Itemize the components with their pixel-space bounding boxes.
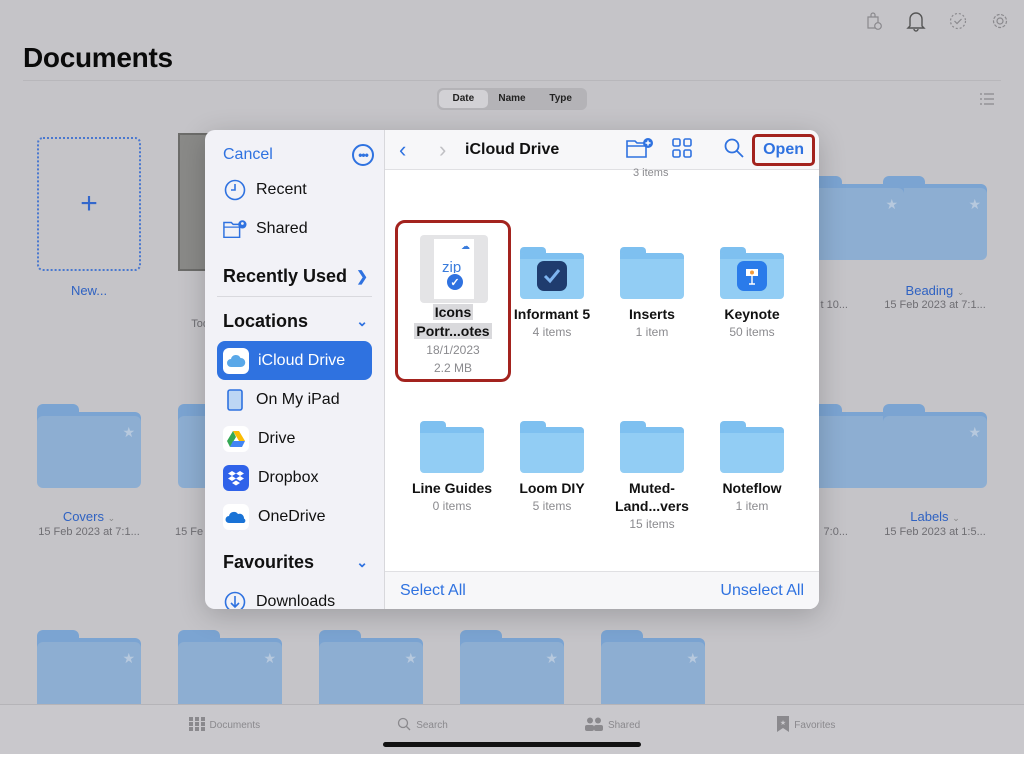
- gear-icon[interactable]: [990, 10, 1010, 32]
- sidebar-item-shared[interactable]: Shared: [205, 209, 384, 248]
- sidebar-item-recent[interactable]: Recent: [205, 170, 384, 209]
- forward-chevron-icon[interactable]: ›: [439, 137, 459, 163]
- tab-favorites[interactable]: ★ Favorites: [777, 705, 835, 745]
- shared-folder-icon: [223, 217, 247, 241]
- svg-text:★: ★: [780, 719, 786, 727]
- star-icon: ★: [968, 196, 981, 212]
- bookmark-star-icon: ★: [777, 715, 790, 735]
- sidebar-item-dropbox[interactable]: Dropbox: [205, 458, 384, 497]
- dropbox-icon: [223, 464, 249, 491]
- folder-title: iCloud Drive: [465, 140, 560, 158]
- folder-row3[interactable]: ★: [319, 630, 423, 714]
- keynote-app-icon: [737, 261, 767, 291]
- folder-covers-label: Covers ⌄: [62, 509, 116, 524]
- picker-sidebar: Cancel ••• Recent Shared Recently Used ❯…: [205, 130, 385, 609]
- google-drive-icon: [223, 425, 249, 452]
- doc-date-partial: Tod: [191, 318, 209, 330]
- folder-labels-label: Labels ⌄: [910, 509, 960, 524]
- folder-item-informant-5[interactable]: Informant 5 4 items: [502, 247, 602, 341]
- plus-icon: +: [80, 187, 98, 220]
- top-toolbar: [864, 10, 1010, 32]
- grid-view-icon[interactable]: [672, 137, 692, 163]
- cloud-download-icon: ☁: [461, 241, 470, 251]
- tab-shared[interactable]: Shared: [584, 705, 640, 745]
- unselect-all-button[interactable]: Unselect All: [720, 582, 804, 600]
- cancel-button[interactable]: Cancel: [223, 146, 273, 164]
- onedrive-icon: [223, 503, 249, 530]
- new-document-label: New...: [70, 283, 108, 298]
- folder-labels-date: 15 Feb 2023 at 1:5...: [884, 526, 986, 538]
- folder-row3[interactable]: ★: [178, 630, 282, 714]
- folder-beading-label: Beading ⌄: [905, 283, 965, 298]
- file-item-icons-portraits-zip[interactable]: ☁ zip ✓ Icons Portr...otes 18/1/2023 2.2…: [395, 220, 511, 382]
- clock-icon: [223, 178, 247, 202]
- folder-item-line-guides[interactable]: Line Guides 0 items: [402, 421, 502, 515]
- page-title: Documents: [23, 42, 173, 73]
- checkmark-selected-icon: ✓: [446, 273, 464, 291]
- people-icon: [584, 717, 603, 734]
- shopping-bag-clock-icon[interactable]: [864, 10, 884, 32]
- zip-thumbnail: ☁ zip ✓: [420, 235, 488, 303]
- sort-segmented-control: Date Name Type: [437, 88, 587, 110]
- folder-row3[interactable]: ★: [601, 630, 705, 714]
- sidebar-item-on-my-ipad[interactable]: On My iPad: [205, 380, 384, 419]
- home-indicator[interactable]: [383, 742, 641, 747]
- picker-bottom-bar: Select All Unselect All: [385, 571, 819, 609]
- folder-covers-date: 15 Feb 2023 at 7:1...: [38, 526, 140, 538]
- star-icon: ★: [968, 424, 981, 440]
- ipad-icon: [223, 388, 247, 412]
- favourites-header[interactable]: Favourites ⌄: [205, 542, 384, 582]
- sidebar-item-downloads[interactable]: Downloads: [205, 582, 384, 609]
- folder-row3[interactable]: ★: [460, 630, 564, 714]
- sort-type-button[interactable]: Type: [536, 90, 585, 108]
- picker-toolbar: ‹ › iCloud Drive Open: [385, 130, 819, 170]
- picker-main: ‹ › iCloud Drive Open 3 items ☁ zip ✓ Ic…: [385, 130, 819, 609]
- folder-item-inserts[interactable]: Inserts 1 item: [602, 247, 702, 341]
- folder-item-noteflow[interactable]: Noteflow 1 item: [702, 421, 802, 515]
- file-size: 2.2 MB: [433, 361, 472, 375]
- search-icon: [397, 717, 411, 734]
- open-button[interactable]: Open: [752, 134, 815, 166]
- bell-icon[interactable]: [906, 10, 926, 32]
- sidebar-item-drive[interactable]: Drive: [205, 419, 384, 458]
- folder-labels[interactable]: ★: [883, 404, 987, 488]
- title-divider: [23, 80, 1001, 81]
- partial-item-subtitle: 3 items: [633, 167, 669, 179]
- more-options-icon[interactable]: •••: [352, 144, 374, 166]
- new-folder-icon[interactable]: [626, 137, 654, 164]
- folder-beading-date: 15 Feb 2023 at 7:1...: [884, 299, 986, 311]
- tab-documents[interactable]: Documents: [188, 705, 260, 745]
- sidebar-item-onedrive[interactable]: OneDrive: [205, 497, 384, 536]
- sort-date-button[interactable]: Date: [439, 90, 488, 108]
- new-document-button[interactable]: +: [37, 137, 141, 271]
- star-icon: ★: [885, 196, 898, 212]
- star-icon: ★: [122, 424, 135, 440]
- select-all-button[interactable]: Select All: [400, 582, 466, 600]
- download-circle-icon: [223, 590, 247, 609]
- folder-item-keynote[interactable]: Keynote 50 items: [702, 247, 802, 341]
- tab-search[interactable]: Search: [397, 705, 448, 745]
- file-date: 18/1/2023: [426, 343, 480, 357]
- sidebar-item-icloud-drive[interactable]: iCloud Drive: [217, 341, 372, 380]
- folder-item-muted-landscapes[interactable]: Muted- Land...vers 15 items: [602, 421, 702, 533]
- chevron-right-icon: ❯: [356, 267, 368, 284]
- chevron-down-icon: ⌄: [356, 553, 368, 570]
- grid-icon: [188, 716, 205, 734]
- folder-item-loom-diy[interactable]: Loom DIY 5 items: [502, 421, 602, 515]
- file-name-line2: Portr...otes: [414, 323, 492, 339]
- informant-app-icon: [537, 261, 567, 291]
- document-picker-dialog: Cancel ••• Recent Shared Recently Used ❯…: [205, 130, 819, 609]
- file-name-line1: Icons: [432, 304, 474, 320]
- back-chevron-icon[interactable]: ‹: [399, 137, 419, 163]
- chevron-down-icon: ⌄: [356, 312, 368, 329]
- checkmark-circle-icon[interactable]: [948, 10, 968, 32]
- icloud-icon: [223, 347, 249, 374]
- folder-row3[interactable]: ★: [37, 630, 141, 714]
- search-icon[interactable]: [724, 138, 744, 163]
- recently-used-header[interactable]: Recently Used ❯: [205, 256, 384, 296]
- folder-covers[interactable]: ★: [37, 404, 141, 488]
- list-view-icon[interactable]: [980, 92, 994, 110]
- sort-name-button[interactable]: Name: [488, 90, 537, 108]
- locations-header[interactable]: Locations ⌄: [205, 301, 384, 341]
